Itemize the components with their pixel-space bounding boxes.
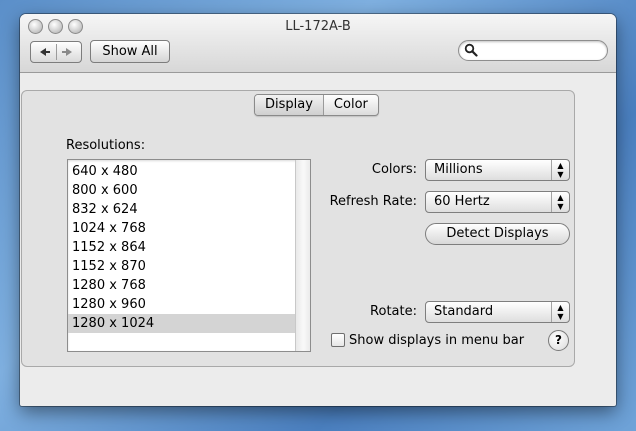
show-all-button[interactable]: Show All xyxy=(90,40,170,63)
forward-arrow-icon xyxy=(62,48,72,56)
search-input[interactable] xyxy=(481,42,603,60)
colors-popup[interactable]: Millions ▲ ▼ xyxy=(425,159,570,181)
rotate-label: Rotate: xyxy=(370,304,417,319)
refresh-rate-label: Refresh Rate: xyxy=(329,194,417,209)
refresh-rate-value: 60 Hertz xyxy=(434,194,490,209)
up-down-arrows-icon: ▲ ▼ xyxy=(551,192,569,212)
resolution-item[interactable]: 832 x 624 xyxy=(68,200,295,219)
resolution-item[interactable]: 800 x 600 xyxy=(68,181,295,200)
resolutions-scrollbar[interactable] xyxy=(295,160,310,351)
back-arrow-icon xyxy=(40,48,50,56)
resolution-item[interactable]: 1024 x 768 xyxy=(68,219,295,238)
resolution-item[interactable]: 640 x 480 xyxy=(68,162,295,181)
resolution-item-selected[interactable]: 1280 x 1024 xyxy=(68,314,295,333)
tab-color[interactable]: Color xyxy=(322,95,378,115)
resolution-item[interactable]: 1152 x 870 xyxy=(68,257,295,276)
colors-label: Colors: xyxy=(371,162,417,177)
resolutions-label: Resolutions: xyxy=(66,138,146,153)
resolution-item[interactable]: 1280 x 960 xyxy=(68,295,295,314)
colors-value: Millions xyxy=(434,162,483,177)
show-displays-in-menu-bar-label[interactable]: Show displays in menu bar xyxy=(349,333,524,348)
back-forward-control xyxy=(30,41,82,63)
window-title: LL-172A-B xyxy=(285,19,351,34)
tab-bar: Display Color xyxy=(254,94,379,116)
refresh-rate-popup[interactable]: 60 Hertz ▲ ▼ xyxy=(425,191,570,213)
tab-display[interactable]: Display xyxy=(255,95,323,115)
show-displays-in-menu-bar-checkbox[interactable] xyxy=(331,333,345,347)
forward-button[interactable] xyxy=(57,44,81,60)
resolutions-list[interactable]: 640 x 480 800 x 600 832 x 624 1024 x 768… xyxy=(67,159,311,352)
back-button[interactable] xyxy=(31,44,55,60)
help-button[interactable]: ? xyxy=(548,330,569,351)
rotate-value: Standard xyxy=(434,304,494,319)
magnifier-icon xyxy=(464,43,478,57)
detect-displays-button[interactable]: Detect Displays xyxy=(425,223,570,245)
resolution-item[interactable]: 1280 x 768 xyxy=(68,276,295,295)
rotate-popup[interactable]: Standard ▲ ▼ xyxy=(425,301,570,323)
up-down-arrows-icon: ▲ ▼ xyxy=(551,160,569,180)
title-bar[interactable]: LL-172A-B Show All xyxy=(20,14,616,73)
search-field[interactable] xyxy=(458,40,608,61)
resolution-item[interactable]: 1152 x 864 xyxy=(68,238,295,257)
up-down-arrows-icon: ▲ ▼ xyxy=(551,302,569,322)
